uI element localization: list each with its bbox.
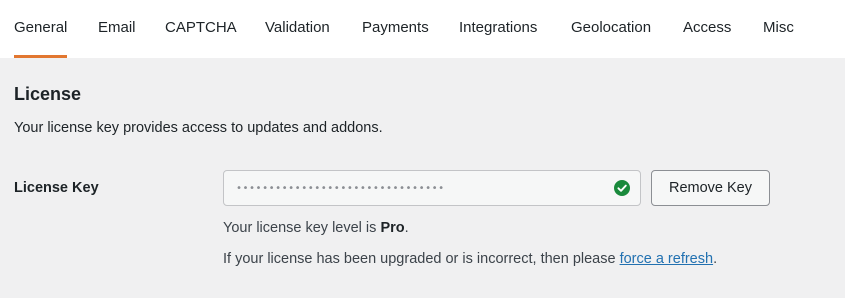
tab-captcha[interactable]: CAPTCHA: [165, 0, 237, 58]
tab-payments[interactable]: Payments: [362, 0, 429, 58]
section-description: Your license key provides access to upda…: [14, 120, 383, 136]
tab-geolocation[interactable]: Geolocation: [571, 0, 651, 58]
refresh-suffix: .: [713, 251, 718, 267]
license-key-input[interactable]: [224, 171, 604, 205]
tab-integrations[interactable]: Integrations: [459, 0, 537, 58]
section-title: License: [14, 84, 82, 104]
tab-misc[interactable]: Misc: [763, 0, 794, 58]
license-level-suffix: .: [404, 220, 409, 236]
remove-key-button[interactable]: Remove Key: [651, 170, 770, 206]
tab-email[interactable]: Email: [98, 0, 136, 58]
license-key-label: License Key: [14, 180, 99, 196]
license-level-text: Your license key level is Pro.: [223, 220, 409, 236]
license-level-prefix: Your license key level is: [223, 220, 381, 236]
tab-access[interactable]: Access: [683, 0, 731, 58]
tab-general[interactable]: General: [14, 0, 68, 58]
license-level-value: Pro: [380, 220, 405, 236]
tab-validation[interactable]: Validation: [265, 0, 330, 58]
license-key-field[interactable]: [223, 170, 641, 206]
check-circle-icon: [614, 180, 630, 196]
settings-tab-bar: General Email CAPTCHA Validation Payment…: [0, 0, 845, 58]
refresh-prefix: If your license has been upgraded or is …: [223, 251, 620, 267]
force-refresh-link[interactable]: force a refresh: [620, 251, 714, 267]
license-refresh-text: If your license has been upgraded or is …: [223, 251, 717, 267]
